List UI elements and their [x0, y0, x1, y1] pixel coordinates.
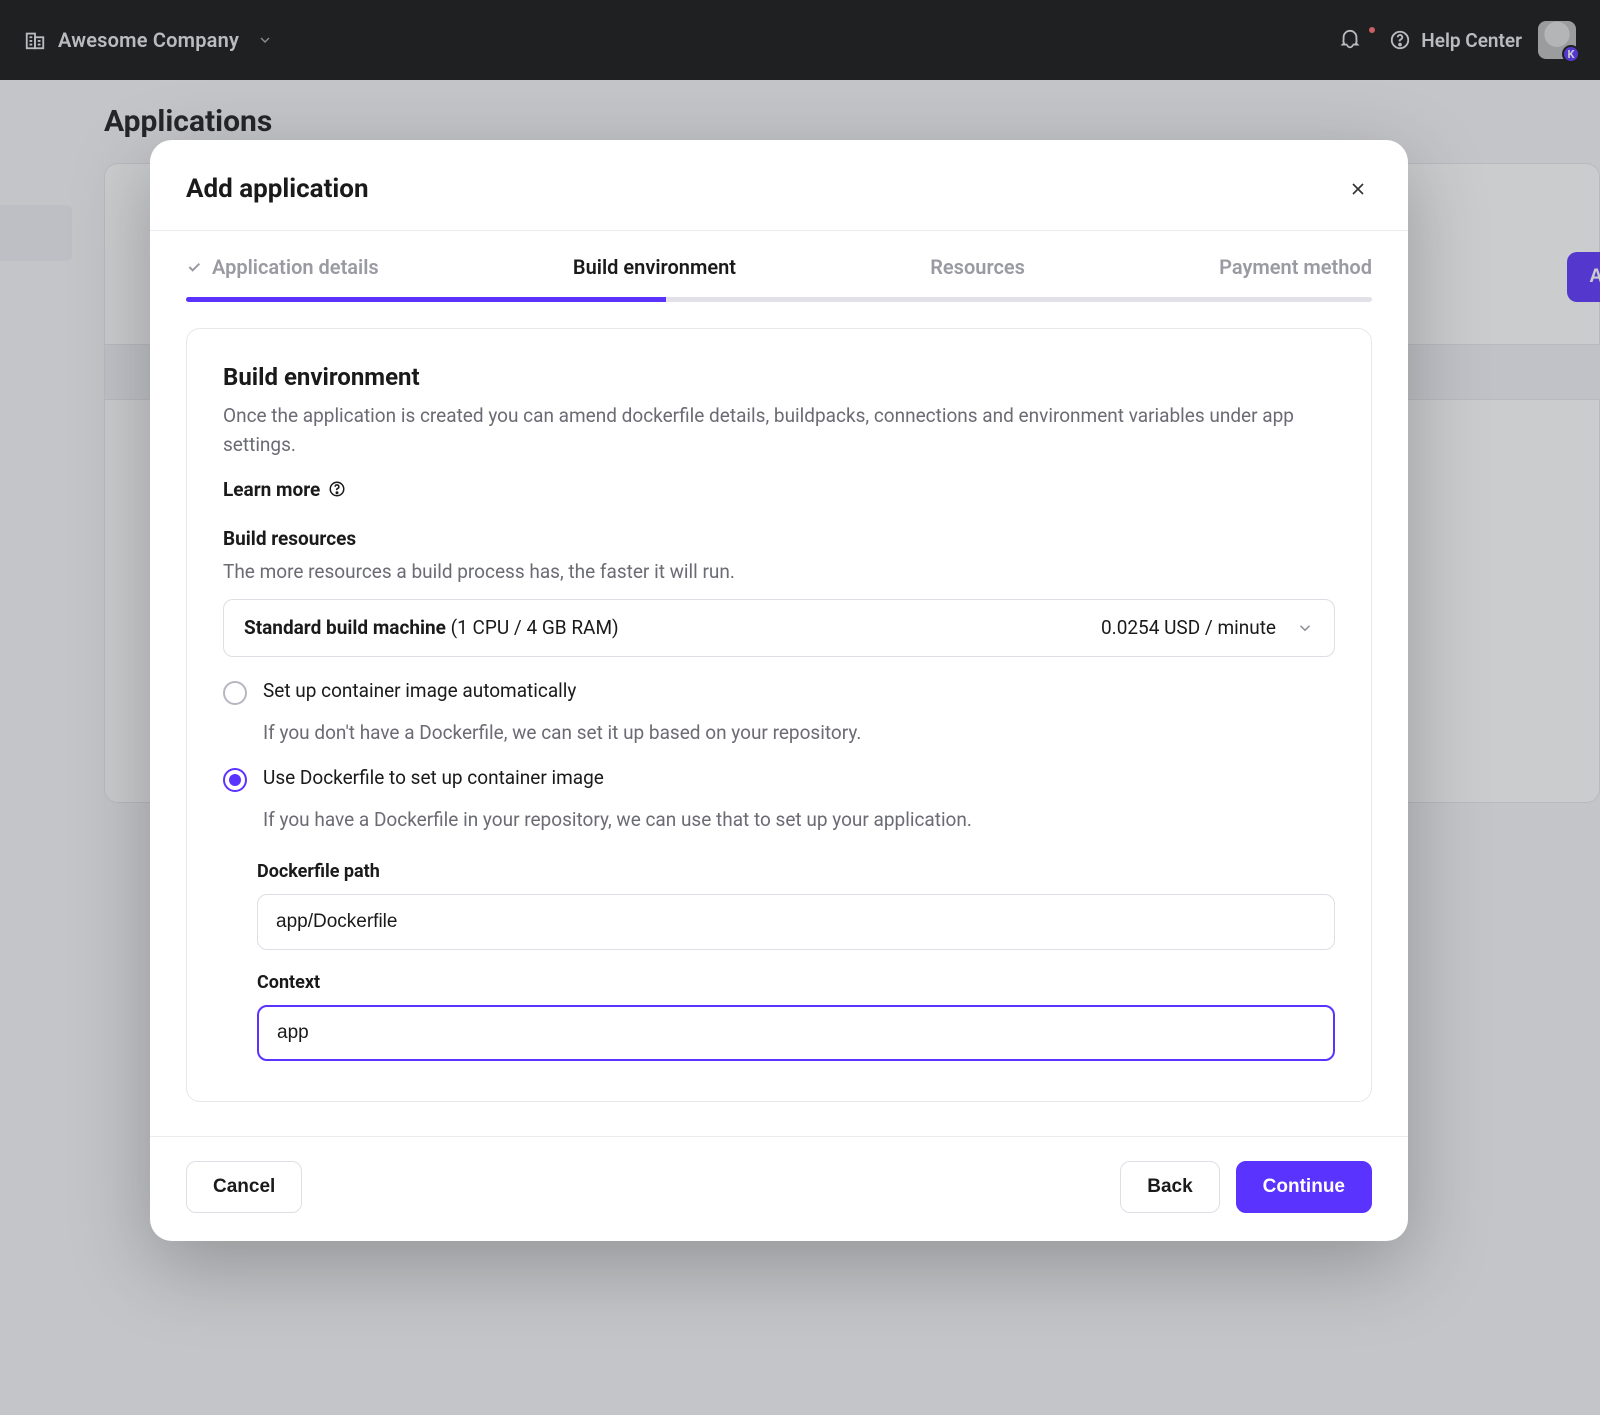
step-label: Payment method	[1219, 255, 1372, 279]
step-resources[interactable]: Resources	[930, 255, 1025, 279]
build-environment-card: Build environment Once the application i…	[186, 328, 1372, 1102]
build-machine-spec: (1 CPU / 4 GB RAM)	[446, 616, 619, 639]
context-input[interactable]	[257, 1005, 1335, 1061]
chevron-down-icon	[1296, 619, 1314, 637]
radio-auto-container[interactable]	[223, 681, 247, 705]
add-application-modal: Add application Application details Buil…	[150, 140, 1408, 1241]
radio-dockerfile-label: Use Dockerfile to set up container image	[263, 766, 604, 789]
build-machine-select[interactable]: Standard build machine (1 CPU / 4 GB RAM…	[223, 599, 1335, 657]
radio-auto-container-help: If you don't have a Dockerfile, we can s…	[263, 721, 1335, 744]
context-label: Context	[257, 972, 1335, 993]
learn-more-label: Learn more	[223, 478, 320, 501]
help-icon	[328, 480, 346, 498]
build-machine-price: 0.0254 USD / minute	[1101, 616, 1276, 639]
dockerfile-path-label: Dockerfile path	[257, 861, 1335, 882]
modal-title: Add application	[186, 174, 369, 204]
step-build-environment[interactable]: Build environment	[573, 255, 736, 279]
section-heading: Build environment	[223, 363, 1335, 391]
check-icon	[186, 259, 202, 275]
build-machine-name: Standard build machine	[244, 616, 446, 639]
step-label: Application details	[212, 255, 379, 279]
back-button[interactable]: Back	[1120, 1161, 1219, 1213]
close-button[interactable]	[1344, 175, 1372, 203]
modal-header: Add application	[150, 140, 1408, 231]
modal-footer: Cancel Back Continue	[150, 1136, 1408, 1241]
build-resources-heading: Build resources	[223, 527, 1335, 550]
learn-more-link[interactable]: Learn more	[223, 478, 346, 501]
close-icon	[1348, 179, 1368, 199]
radio-dockerfile-help: If you have a Dockerfile in your reposit…	[263, 808, 1335, 831]
dockerfile-path-input[interactable]	[257, 894, 1335, 950]
step-application-details[interactable]: Application details	[186, 255, 379, 279]
stepper: Application details Build environment Re…	[150, 231, 1408, 279]
modal-body: Build environment Once the application i…	[150, 302, 1408, 1136]
step-payment-method[interactable]: Payment method	[1219, 255, 1372, 279]
step-label: Build environment	[573, 255, 736, 279]
section-description: Once the application is created you can …	[223, 401, 1333, 460]
step-label: Resources	[930, 255, 1025, 279]
build-resources-description: The more resources a build process has, …	[223, 560, 1335, 583]
build-machine-selected: Standard build machine (1 CPU / 4 GB RAM…	[244, 616, 619, 639]
radio-dockerfile[interactable]	[223, 768, 247, 792]
cancel-button[interactable]: Cancel	[186, 1161, 302, 1213]
radio-auto-container-label: Set up container image automatically	[263, 679, 576, 702]
container-mode-radio-group: Set up container image automatically If …	[223, 679, 1335, 839]
continue-button[interactable]: Continue	[1236, 1161, 1372, 1213]
